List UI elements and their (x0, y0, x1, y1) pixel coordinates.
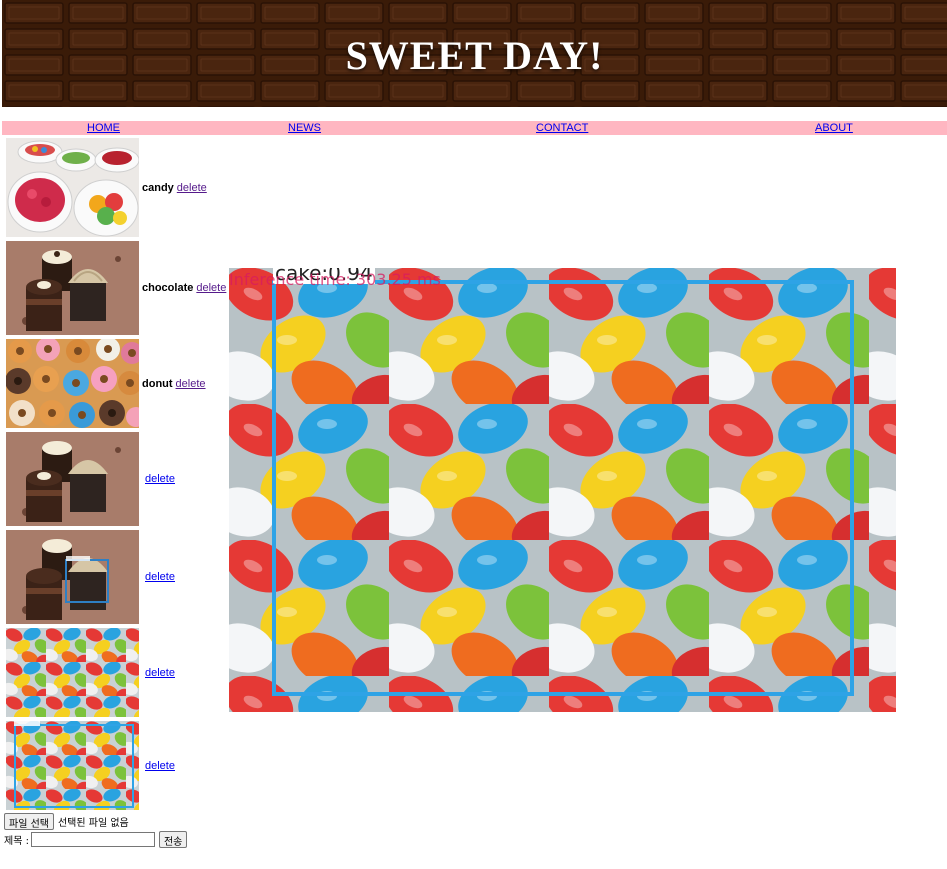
inference-time-text: Inference time: 303.25 ms (229, 270, 441, 289)
title-input[interactable] (30, 832, 155, 847)
chocolate-image (6, 432, 139, 526)
chocolate-detected-image (6, 530, 139, 624)
title-label: 제목 : (4, 836, 29, 847)
delete-link[interactable]: delete (145, 760, 175, 772)
candy-image (6, 138, 139, 237)
chocolate-image (6, 241, 139, 335)
list-item: delete (6, 530, 175, 624)
delete-link[interactable]: delete (145, 667, 175, 679)
delete-link[interactable]: delete (145, 571, 175, 583)
site-header: SWEET DAY! (2, 0, 947, 107)
jelly-beans-image (6, 628, 139, 717)
list-item: chocolate delete (6, 241, 226, 335)
detection-result-image: cake:0.94 Inference time: 303.25 ms (229, 268, 896, 712)
list-item: donut delete (6, 339, 206, 428)
list-item: delete (6, 628, 175, 717)
nav-bar: HOME NEWS CONTACT ABOUT (2, 121, 947, 135)
nav-news-link[interactable]: NEWS (288, 121, 321, 135)
item-title: candy (142, 181, 174, 194)
title-row: 제목 : 전송 (4, 831, 188, 848)
file-select-button[interactable]: 파일 선택 (4, 813, 54, 830)
item-title: donut (142, 377, 173, 390)
donut-image (6, 339, 139, 428)
nav-home-link[interactable]: HOME (87, 121, 120, 135)
list-item: delete (6, 432, 175, 526)
list-item: candy delete (6, 138, 207, 237)
delete-link[interactable]: delete (177, 182, 207, 194)
list-item: delete (6, 721, 175, 810)
item-title: chocolate (142, 282, 194, 294)
delete-link[interactable]: delete (196, 282, 226, 294)
detection-bounding-box (272, 280, 854, 696)
site-title: SWEET DAY! (345, 33, 604, 78)
delete-link[interactable]: delete (176, 378, 206, 390)
nav-contact-link[interactable]: CONTACT (536, 121, 588, 135)
delete-link[interactable]: delete (145, 473, 175, 485)
jelly-beans-detected-image (6, 721, 139, 810)
nav-about-link[interactable]: ABOUT (815, 121, 853, 135)
file-upload-row: 파일 선택 선택된 파일 없음 (4, 813, 129, 830)
file-status-text: 선택된 파일 없음 (57, 818, 129, 829)
submit-button[interactable]: 전송 (158, 831, 188, 848)
